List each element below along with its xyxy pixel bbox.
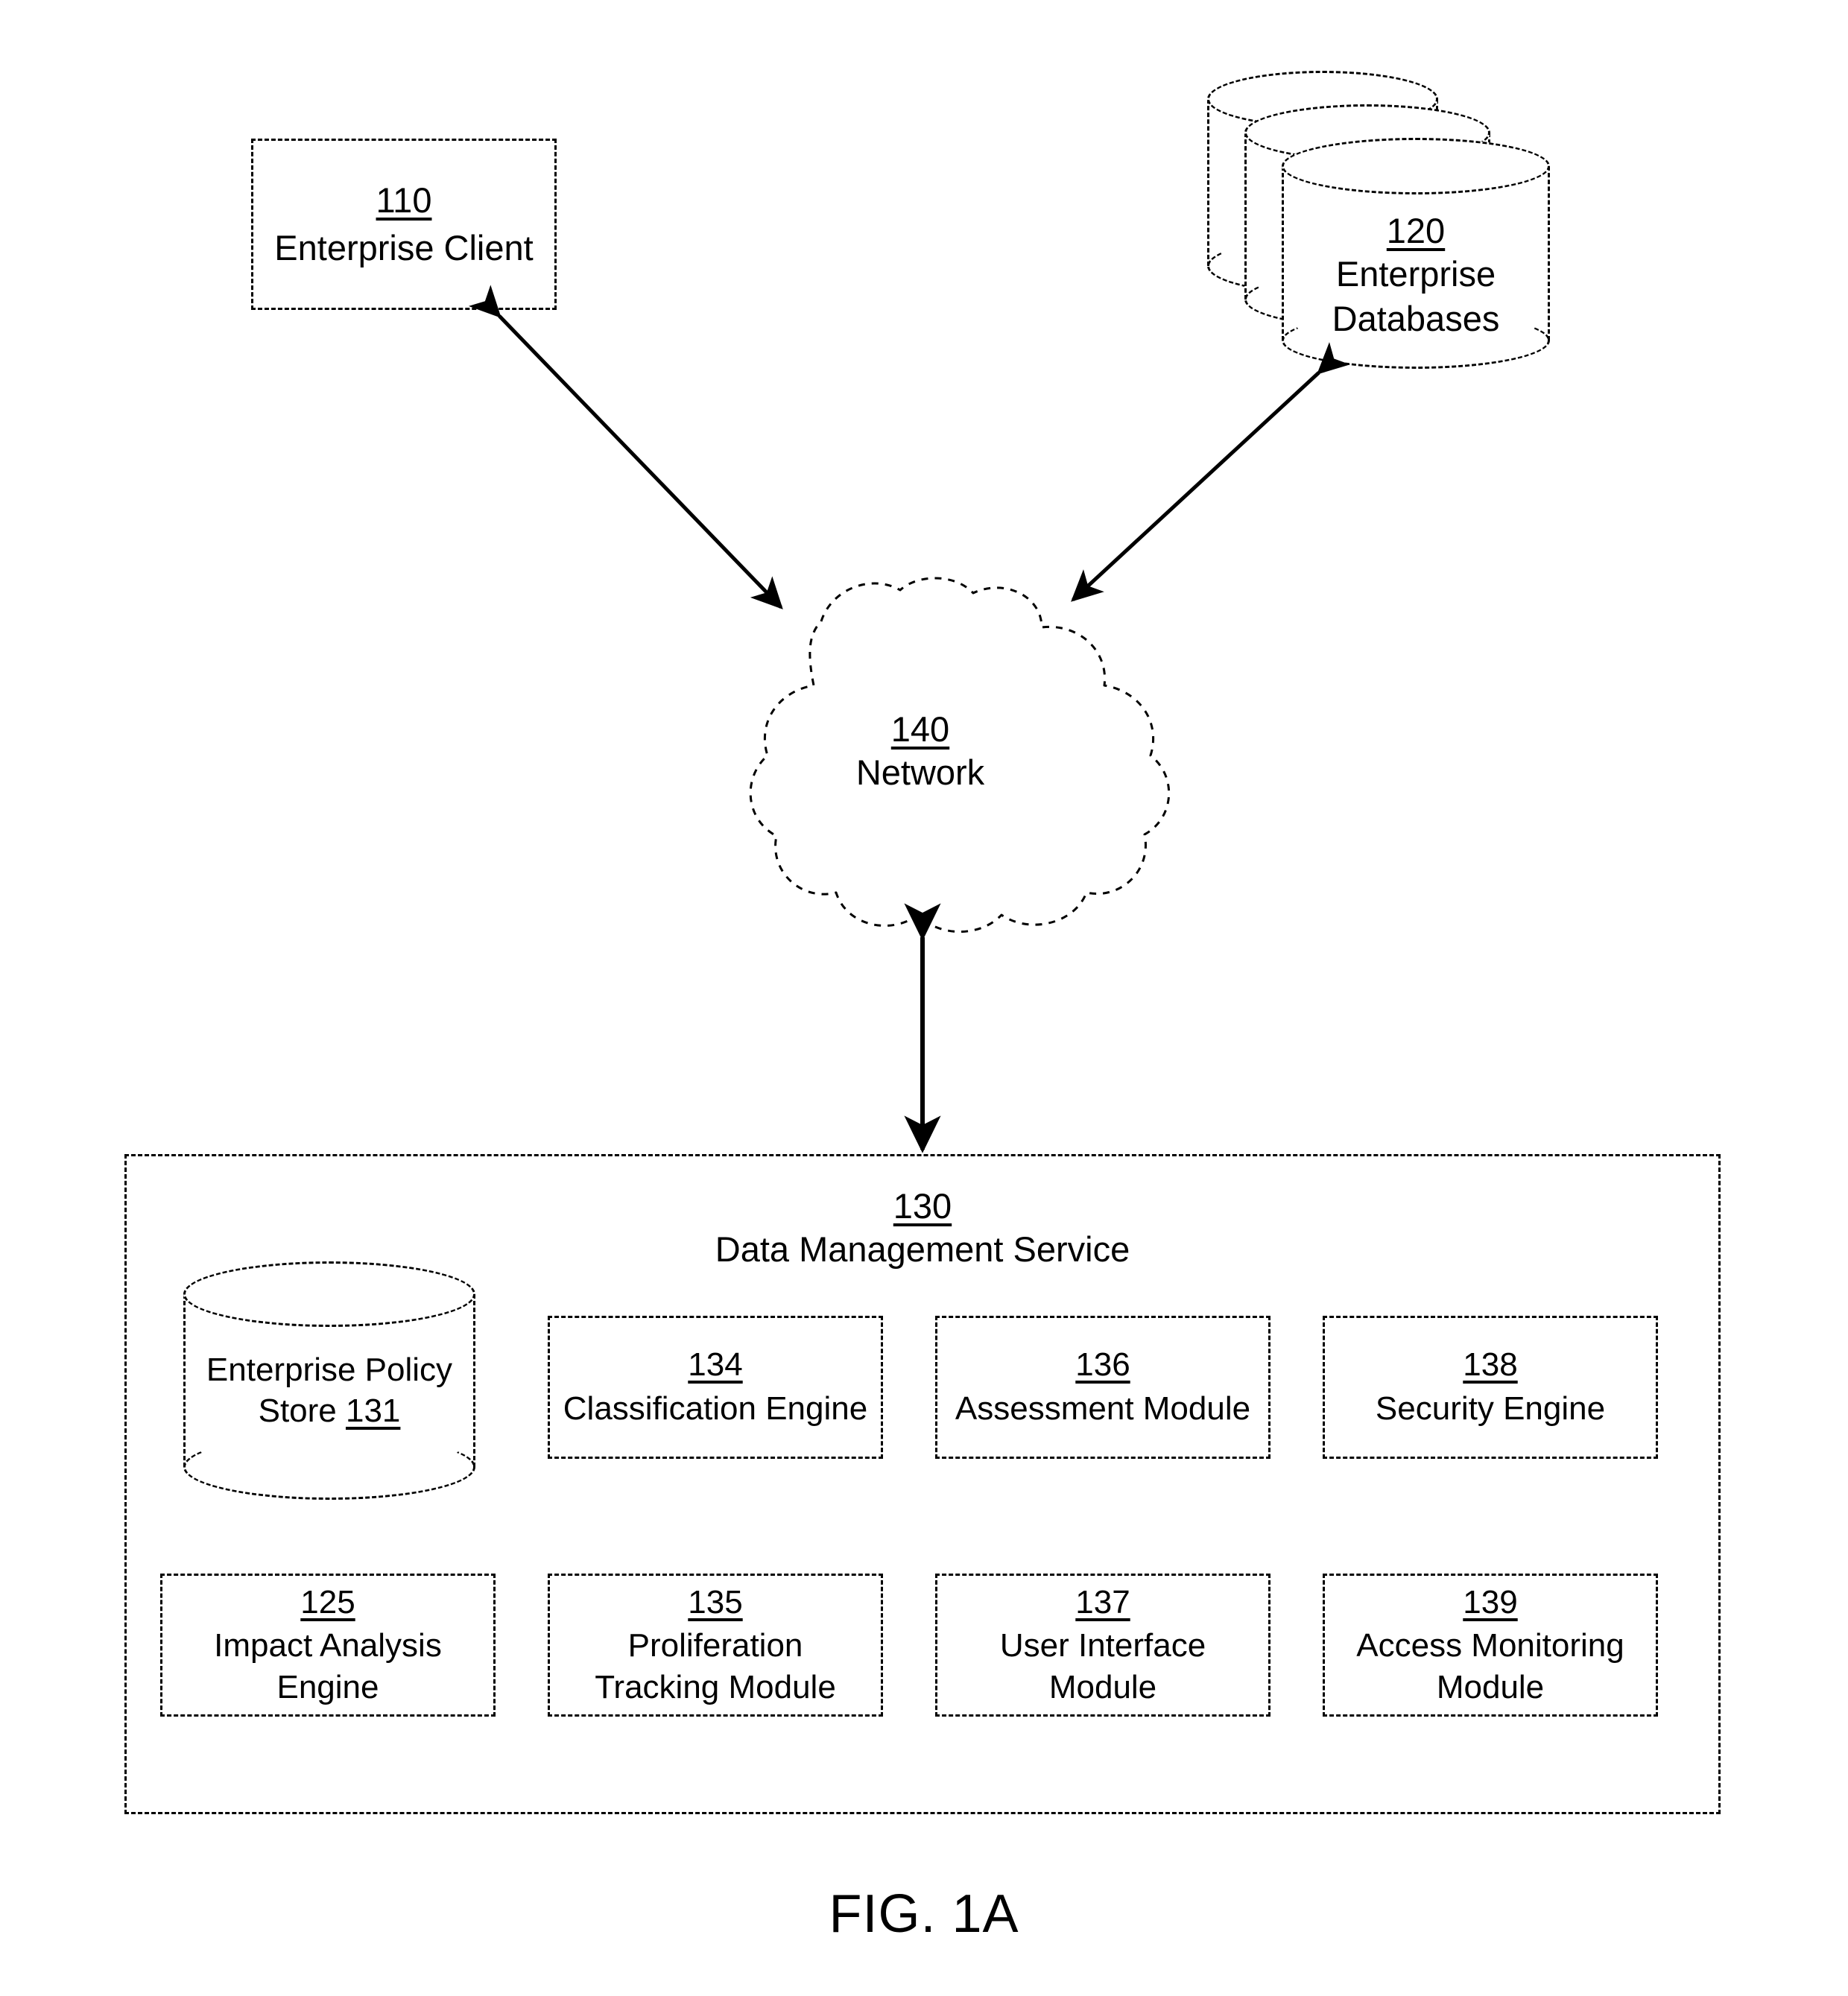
figure-caption: FIG. 1A	[829, 1884, 1019, 1944]
enterprise-policy-store-ref: 131	[345, 1393, 401, 1430]
module-ref: 136	[1075, 1346, 1130, 1384]
enterprise-databases-label-line1: Enterprise	[1335, 254, 1496, 294]
enterprise-client-ref: 110	[376, 180, 432, 220]
module-label-line1: Assessment Module	[955, 1390, 1251, 1428]
enterprise-databases-label-line2: Databases	[1332, 298, 1500, 338]
network-ref: 140	[890, 709, 950, 749]
database-cylinder-front: 120 Enterprise Databases	[1282, 138, 1550, 369]
network-label: Network	[855, 753, 985, 793]
data-management-service-ref: 130	[893, 1186, 952, 1226]
enterprise-databases-ref: 120	[1386, 211, 1446, 250]
module-label-line1: Access Monitoring	[1356, 1627, 1624, 1664]
module-security-engine: 138 Security Engine	[1323, 1316, 1658, 1459]
module-impact-analysis-engine: 125 Impact Analysis Engine	[160, 1574, 496, 1717]
figure-canvas: 110 Enterprise Client 120 Enterprise Dat…	[0, 0, 1848, 1996]
module-proliferation-tracking-module: 135 Proliferation Tracking Module	[548, 1574, 883, 1717]
module-user-interface-module: 137 User Interface Module	[935, 1574, 1270, 1717]
enterprise-databases-node: 120 Enterprise Databases	[1207, 71, 1550, 384]
module-ref: 135	[688, 1583, 743, 1620]
module-label-line2: Module	[1436, 1668, 1545, 1705]
data-management-service-container: 130 Data Management Service Enterprise P…	[124, 1154, 1721, 1814]
enterprise-policy-store-node: Enterprise Policy Store 131	[183, 1261, 475, 1500]
enterprise-policy-store-label-line2: Store 131	[189, 1390, 469, 1431]
module-label-line1: User Interface	[999, 1627, 1206, 1664]
module-ref: 125	[300, 1583, 355, 1620]
module-label-line2: Engine	[276, 1668, 379, 1705]
connector-client-network	[468, 285, 783, 609]
enterprise-policy-store-label-line1: Enterprise Policy	[206, 1352, 453, 1388]
module-classification-engine: 134 Classification Engine	[548, 1316, 883, 1459]
module-label-line1: Proliferation	[627, 1627, 803, 1664]
module-label-line1: Classification Engine	[563, 1390, 868, 1428]
module-label-line2: Tracking Module	[595, 1668, 836, 1705]
data-management-service-title-group: 130 Data Management Service	[127, 1185, 1718, 1272]
network-label-group: 140 Network	[648, 708, 1192, 795]
cylinder-bottom-ellipse	[183, 1434, 475, 1500]
enterprise-client-node: 110 Enterprise Client	[251, 139, 557, 310]
module-label-line1: Impact Analysis	[214, 1627, 442, 1664]
module-label-line2: Module	[1048, 1668, 1157, 1705]
module-ref: 139	[1463, 1583, 1518, 1620]
module-access-monitoring-module: 139 Access Monitoring Module	[1323, 1574, 1658, 1717]
module-ref: 134	[688, 1346, 743, 1384]
enterprise-databases-label-group: 120 Enterprise Databases	[1282, 209, 1550, 340]
enterprise-policy-store-label-group: Enterprise Policy Store 131	[189, 1349, 469, 1432]
module-ref: 137	[1075, 1583, 1130, 1620]
cylinder-top-ellipse	[183, 1261, 475, 1327]
network-cloud-node: 140 Network	[648, 574, 1192, 939]
module-ref: 138	[1463, 1346, 1518, 1384]
module-assessment-module: 136 Assessment Module	[935, 1316, 1270, 1459]
connector-databases-network	[1071, 342, 1350, 602]
enterprise-client-label: Enterprise Client	[274, 228, 534, 268]
enterprise-policy-store-label-text: Store	[258, 1393, 346, 1430]
module-label-line1: Security Engine	[1375, 1390, 1606, 1428]
cylinder-top-ellipse	[1282, 138, 1550, 194]
